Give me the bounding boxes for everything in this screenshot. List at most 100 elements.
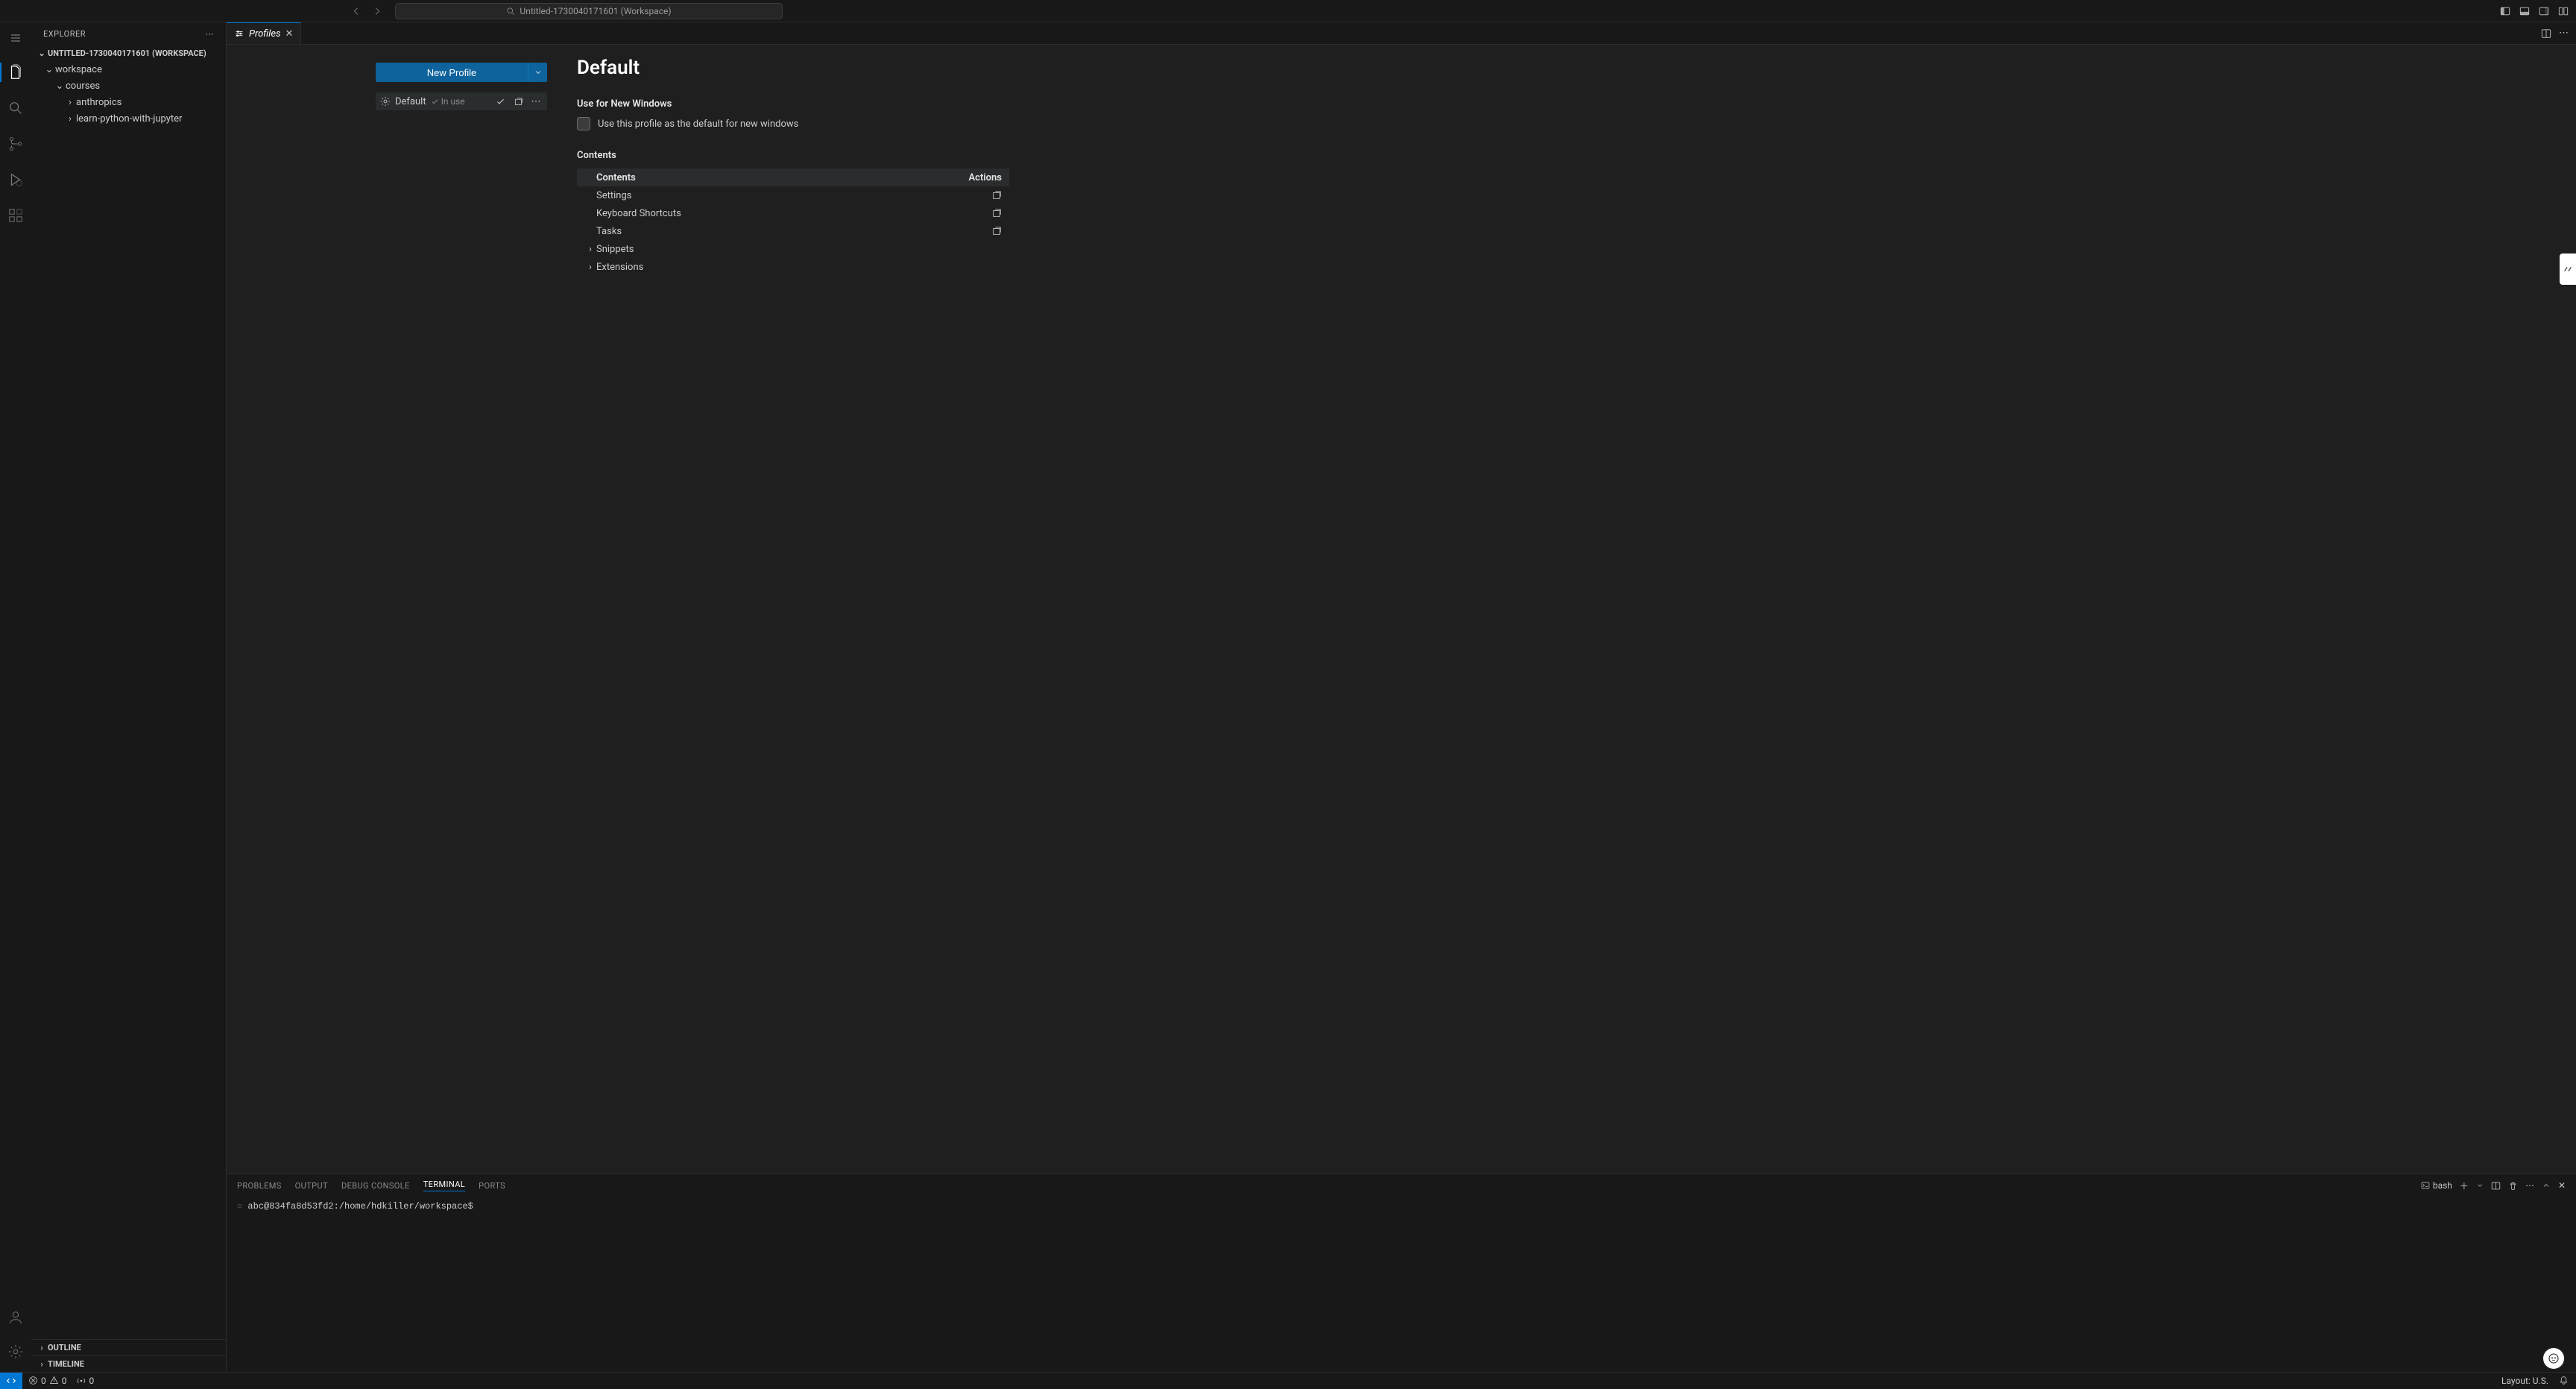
profile-item-default[interactable]: Default In use ⋯ [376,92,547,110]
activity-extensions[interactable] [0,203,31,228]
contents-row-extensions[interactable]: › Extensions [577,258,1009,276]
open-file-icon[interactable] [991,208,1002,218]
terminal-dropdown[interactable] [2476,1182,2484,1189]
timeline-label: TIMELINE [48,1359,84,1369]
status-ports[interactable]: 0 [76,1376,95,1386]
panel-tab-output[interactable]: OUTPUT [295,1181,328,1191]
nav-forward-button[interactable] [370,4,385,19]
contents-col-2: Actions [968,172,1002,183]
status-keyboard-layout[interactable]: Layout: U.S. [2501,1376,2548,1386]
row-label: Settings [596,190,631,201]
row-label: Snippets [596,244,634,255]
activity-source-control[interactable] [0,131,31,157]
kill-terminal-button[interactable] [2508,1181,2518,1191]
default-profile-checkbox[interactable] [577,117,590,130]
sidebar: EXPLORER ⋯ ⌄ UNTITLED-1730040171601 (WOR… [31,22,227,1372]
contents-table: Contents Actions Settings Keyboard Short… [577,168,1009,276]
tab-profiles[interactable]: Profiles ✕ [227,22,301,44]
folder-workspace[interactable]: ⌄ workspace [31,61,226,78]
chevron-down-icon [534,68,543,77]
bottom-panel: PROBLEMS OUTPUT DEBUG CONSOLE TERMINAL P… [227,1174,2576,1372]
settings-sliders-icon [234,28,244,39]
profile-in-use-badge: In use [431,96,465,107]
remote-icon [6,1376,16,1386]
status-problems[interactable]: 0 0 [28,1376,67,1386]
profile-heading: Default [577,57,2546,79]
editor-tab-bar: Profiles ✕ ⋯ [227,22,2576,45]
split-editor-button[interactable] [2541,28,2551,39]
nav-back-button[interactable] [349,4,364,19]
panel-tab-debug-console[interactable]: DEBUG CONSOLE [341,1181,410,1191]
activity-explorer[interactable] [0,60,31,85]
chevron-right-icon: › [584,244,596,255]
timeline-section[interactable]: › TIMELINE [31,1355,226,1372]
gear-icon [380,96,391,107]
editor-more-button[interactable]: ⋯ [2559,28,2569,39]
bell-icon [2559,1376,2569,1385]
activity-accounts[interactable] [0,1305,31,1330]
terminal-prompt: abc@834fa8d53fd2:/home/hdkiller/workspac… [237,1201,2566,1212]
assistant-badge[interactable] [2543,1348,2564,1369]
panel-tab-ports[interactable]: PORTS [479,1181,505,1191]
folder-courses[interactable]: ⌄ courses [31,78,226,94]
contents-row-tasks[interactable]: Tasks [577,222,1009,240]
contents-row-snippets[interactable]: › Snippets [577,240,1009,258]
panel-tab-terminal[interactable]: TERMINAL [423,1179,465,1191]
use-for-new-windows-title: Use for New Windows [577,98,2546,110]
new-window-profile-button[interactable] [511,97,525,107]
tab-label: Profiles [249,28,281,40]
terminal-shell-label[interactable]: bash [2421,1180,2452,1191]
check-icon [431,98,439,106]
open-file-icon[interactable] [991,226,1002,236]
folder-label: learn-python-with-jupyter [76,113,182,125]
command-center[interactable]: Untitled-1730040171601 (Workspace) [395,3,783,19]
close-panel-button[interactable]: ✕ [2558,1180,2566,1191]
tab-close-button[interactable]: ✕ [285,28,294,40]
activate-profile-button[interactable] [493,97,507,107]
terminal-body[interactable]: abc@834fa8d53fd2:/home/hdkiller/workspac… [227,1197,2576,1372]
row-label: Extensions [596,262,643,273]
row-label: Keyboard Shortcuts [596,208,681,219]
workspace-root-label: UNTITLED-1730040171601 (WORKSPACE) [48,48,206,58]
outline-section[interactable]: › OUTLINE [31,1339,226,1355]
contents-col-1: Contents [596,172,636,183]
chevron-down-icon [2476,1182,2484,1189]
folder-anthropics[interactable]: › anthropics [31,94,226,110]
split-terminal-button[interactable] [2491,1181,2501,1191]
toggle-panel-icon[interactable] [2518,4,2531,18]
profile-name: Default [395,96,426,107]
folder-learn-python[interactable]: › learn-python-with-jupyter [31,110,226,127]
panel-tab-problems[interactable]: PROBLEMS [237,1181,282,1191]
profile-more-button[interactable]: ⋯ [529,96,543,107]
title-bar: Untitled-1730040171601 (Workspace) [0,0,2576,22]
app-menu-button[interactable] [0,27,31,49]
toggle-primary-sidebar-icon[interactable] [2498,4,2512,18]
new-terminal-button[interactable]: ＋ [2460,1179,2469,1192]
activity-search[interactable] [0,95,31,121]
chevron-down-icon: ⌄ [54,81,66,92]
error-icon [28,1376,38,1385]
status-bar: 0 0 0 Layout: U.S. [0,1372,2576,1388]
new-profile-dropdown[interactable] [528,63,547,82]
panel-more-button[interactable]: ⋯ [2525,1180,2534,1191]
sidebar-header: EXPLORER ⋯ [31,22,226,45]
activity-settings[interactable] [0,1339,31,1364]
side-handle-widget[interactable] [2560,253,2576,285]
sidebar-more-button[interactable]: ⋯ [206,29,215,39]
broadcast-icon [76,1376,86,1386]
remote-indicator[interactable] [0,1373,22,1389]
contents-row-keyboard[interactable]: Keyboard Shortcuts [577,204,1009,222]
new-profile-button[interactable]: New Profile [376,63,528,82]
maximize-panel-button[interactable] [2542,1181,2551,1190]
toggle-secondary-sidebar-icon[interactable] [2537,4,2551,18]
activity-bar [0,22,31,1372]
customize-layout-icon[interactable] [2557,4,2570,18]
workspace-root[interactable]: ⌄ UNTITLED-1730040171601 (WORKSPACE) [31,45,226,61]
default-profile-checkbox-label: Use this profile as the default for new … [598,119,798,130]
status-notifications[interactable] [2559,1376,2569,1385]
activity-run-debug[interactable] [0,167,31,192]
command-center-label: Untitled-1730040171601 (Workspace) [520,6,671,16]
contents-row-settings[interactable]: Settings [577,186,1009,204]
sidebar-title: EXPLORER [43,29,86,39]
open-file-icon[interactable] [991,190,1002,201]
